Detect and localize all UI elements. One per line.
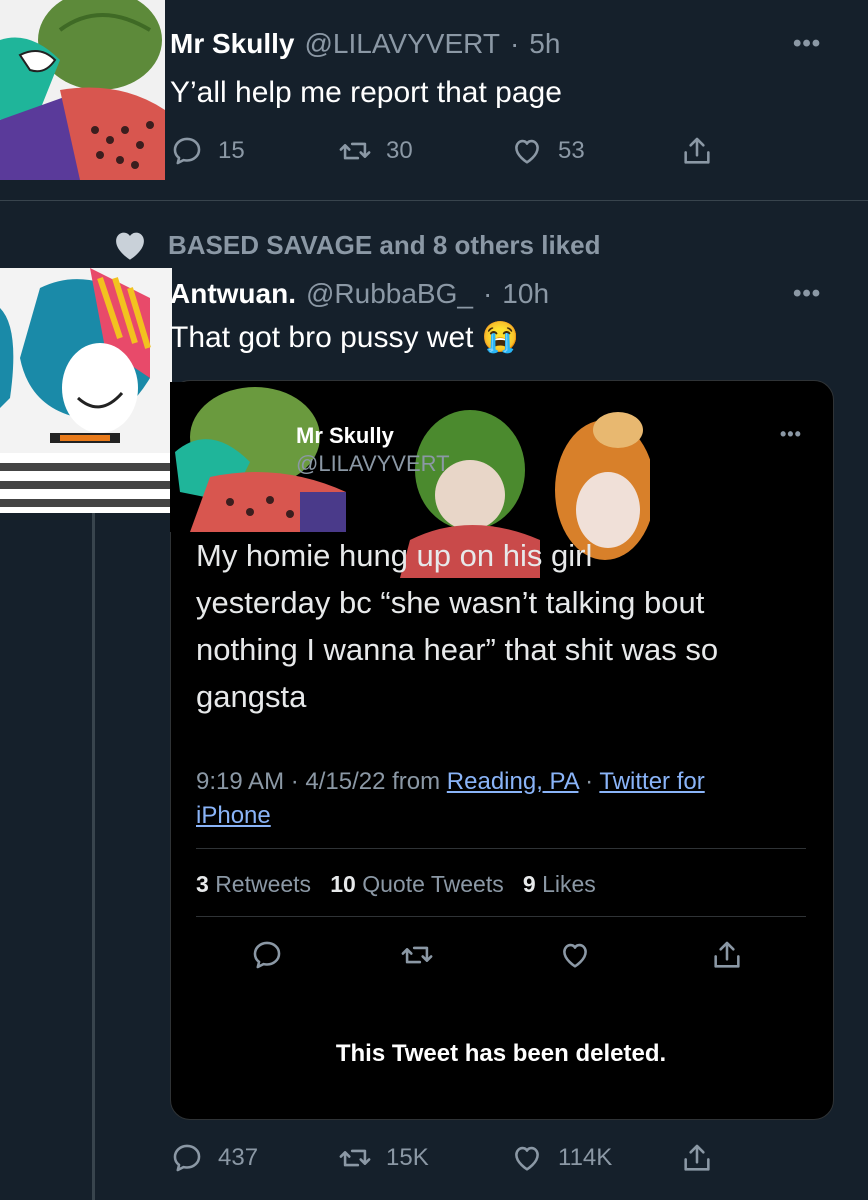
retweet-icon <box>339 142 371 160</box>
retweet-count: 15K <box>386 1144 429 1171</box>
like-button[interactable] <box>558 938 592 977</box>
reply-button[interactable]: 15 <box>170 134 245 168</box>
source-link[interactable]: iPhone <box>196 802 271 829</box>
avatar[interactable] <box>0 268 172 513</box>
social-context-text: BASED SAVAGE and 8 others liked <box>168 229 601 260</box>
thread-line <box>92 513 95 1200</box>
tweet-divider <box>0 200 868 201</box>
reply-count: 437 <box>218 1144 259 1171</box>
quote-timestamp[interactable]: 9:19 AM · 4/15/22 from <box>196 768 440 795</box>
tweet-time[interactable]: 10h <box>502 278 549 310</box>
heart-icon <box>563 943 587 968</box>
tweet-text: That got bro pussy wet 😭 <box>170 320 519 355</box>
tweet-text: Y’all help me report that page <box>170 76 562 109</box>
quote-text-line: yesterday bc “she wasn’t talking bout <box>196 585 705 620</box>
quote-meta: 9:19 AM · 4/15/22 from Reading, PA · Twi… <box>196 765 816 833</box>
more-options-icon[interactable]: ••• <box>780 424 802 445</box>
share-button[interactable] <box>680 134 714 168</box>
quote-text-line: My homie hung up on his girl <box>196 538 593 573</box>
quote-text-line: nothing I wanna hear” that shit was so <box>196 632 719 667</box>
share-icon <box>714 941 740 968</box>
author-handle[interactable]: @RubbaBG_ <box>306 278 473 310</box>
retweet-icon <box>339 1149 371 1167</box>
dot-separator: · <box>509 28 520 59</box>
reply-icon <box>253 941 281 969</box>
quote-tweets-stat[interactable]: 10 Quote Tweets <box>330 871 503 897</box>
quote-divider <box>196 848 806 849</box>
dot-separator: · <box>585 768 594 795</box>
retweets-stat[interactable]: 3 Retweets <box>196 871 311 897</box>
like-button[interactable]: 53 <box>510 134 585 168</box>
quote-text: My homie hung up on his girl yesterday b… <box>196 532 821 720</box>
share-button[interactable] <box>710 938 744 977</box>
like-count: 53 <box>558 137 585 164</box>
heart-icon <box>515 1146 539 1171</box>
avatar[interactable] <box>0 0 165 180</box>
author-name[interactable]: Antwuan. <box>170 278 296 310</box>
dot-separator: · <box>482 278 493 309</box>
retweet-count: 30 <box>386 137 413 164</box>
tweet-text-body: That got bro pussy wet <box>170 321 474 354</box>
quote-text-line: gangsta <box>196 679 307 714</box>
share-button[interactable] <box>680 1141 714 1175</box>
tweet-header: Antwuan. @RubbaBG_ · 10h <box>170 278 549 316</box>
like-count: 114K <box>558 1144 613 1171</box>
retweet-icon <box>401 946 433 964</box>
source-link[interactable]: Twitter for <box>599 768 704 795</box>
quote-author-name[interactable]: Mr Skully <box>296 423 450 449</box>
heart-filled-icon <box>116 232 144 260</box>
like-button[interactable]: 114K <box>510 1141 612 1175</box>
tweet-header: Mr Skully @LILAVYVERT · 5h <box>170 28 560 66</box>
reply-count: 15 <box>218 137 245 164</box>
crying-emoji-icon: 😭 <box>481 321 520 354</box>
reply-icon <box>173 1144 201 1172</box>
more-options-icon[interactable]: ••• <box>793 280 821 308</box>
share-icon <box>684 1144 710 1171</box>
share-icon <box>684 137 710 164</box>
retweet-button[interactable]: 15K <box>338 1141 429 1175</box>
reply-button[interactable] <box>250 938 284 977</box>
quote-stats: 3 Retweets 10 Quote Tweets 9 Likes <box>196 871 596 898</box>
reply-button[interactable]: 437 <box>170 1141 258 1175</box>
quote-divider <box>196 916 806 917</box>
tweet-time[interactable]: 5h <box>529 28 560 60</box>
heart-icon <box>515 139 539 164</box>
location-link[interactable]: Reading, PA <box>447 768 579 795</box>
deleted-notice: This Tweet has been deleted. <box>335 1040 667 1067</box>
quote-header: Mr Skully @LILAVYVERT <box>296 423 450 477</box>
social-context[interactable]: BASED SAVAGE and 8 others liked <box>110 228 600 262</box>
retweet-button[interactable] <box>400 938 434 977</box>
likes-stat[interactable]: 9 Likes <box>523 871 596 897</box>
author-name[interactable]: Mr Skully <box>170 28 294 60</box>
retweet-button[interactable]: 30 <box>338 134 413 168</box>
more-options-icon[interactable]: ••• <box>793 30 821 58</box>
author-handle[interactable]: @LILAVYVERT <box>304 28 499 60</box>
reply-icon <box>173 137 201 165</box>
quote-author-handle[interactable]: @LILAVYVERT <box>296 451 450 477</box>
